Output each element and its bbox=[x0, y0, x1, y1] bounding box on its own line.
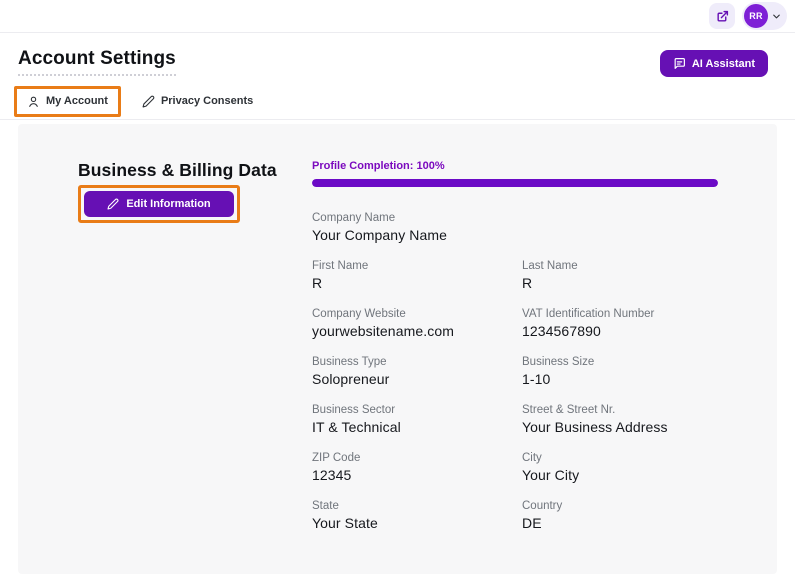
card-title: Business & Billing Data bbox=[78, 160, 312, 181]
edit-button-highlight: Edit Information bbox=[78, 185, 240, 223]
field-first-name: First Name R bbox=[312, 260, 522, 291]
field-last-name: Last Name R bbox=[522, 260, 732, 291]
field-row: Business Sector IT & TechnicalStreet & St… bbox=[312, 404, 737, 435]
external-link-icon bbox=[716, 10, 729, 23]
tab-privacy-consents-label: Privacy Consents bbox=[161, 95, 253, 107]
person-icon bbox=[27, 95, 40, 108]
pen-icon bbox=[107, 198, 119, 210]
field-value: IT & Technical bbox=[312, 419, 522, 435]
field-row: State Your StateCountry DE bbox=[312, 500, 737, 531]
field-value: Your Company Name bbox=[312, 227, 522, 243]
field-value: Your Business Address bbox=[522, 419, 732, 435]
field-label: Last Name bbox=[522, 260, 732, 272]
field-value: Solopreneur bbox=[312, 371, 522, 387]
profile-completion-bar bbox=[312, 179, 718, 187]
business-billing-card: Business & Billing Data Edit Information… bbox=[18, 124, 777, 574]
user-menu[interactable]: RR bbox=[742, 2, 787, 30]
field-business-type: Business Type Solopreneur bbox=[312, 356, 522, 387]
avatar: RR bbox=[744, 4, 768, 28]
field-label: State bbox=[312, 500, 522, 512]
field-row: First NameRLast NameR bbox=[312, 260, 737, 291]
field-row: Business Type SolopreneurBusiness Size 1-1… bbox=[312, 356, 737, 387]
field-label: City bbox=[522, 452, 732, 464]
profile-completion-label: Profile Completion: 100% bbox=[312, 160, 737, 172]
field-city: City Your City bbox=[522, 452, 732, 483]
fields-grid: Company NameYour Company NameFirst NameR… bbox=[312, 212, 737, 531]
field-label: Street & Street Nr. bbox=[522, 404, 732, 416]
field-company-website: Company Website yourwebsitename.com bbox=[312, 308, 522, 339]
field-vat-identification-number: VAT Identification Number 1234567890 bbox=[522, 308, 732, 339]
field-state: State Your State bbox=[312, 500, 522, 531]
field-label: ZIP Code bbox=[312, 452, 522, 464]
field-value: 1234567890 bbox=[522, 323, 732, 339]
field-label: Business Sector bbox=[312, 404, 522, 416]
field-label: Country bbox=[522, 500, 732, 512]
field-label: Business Type bbox=[312, 356, 522, 368]
tab-my-account-label: My Account bbox=[46, 95, 108, 107]
field-value: DE bbox=[522, 515, 732, 531]
field-zip-code: ZIP Code 12345 bbox=[312, 452, 522, 483]
field-label: Company Website bbox=[312, 308, 522, 320]
field-label: First Name bbox=[312, 260, 522, 272]
field-label: VAT Identification Number bbox=[522, 308, 732, 320]
ai-assistant-button[interactable]: AI Assistant bbox=[660, 50, 768, 77]
chevron-down-icon bbox=[771, 11, 782, 22]
field-street-street-nr: Street & Street Nr. Your Business Address bbox=[522, 404, 732, 435]
field-company-name: Company Name Your Company Name bbox=[312, 212, 522, 243]
page-title: Account Settings bbox=[18, 48, 176, 76]
field-value: 12345 bbox=[312, 467, 522, 483]
edit-information-label: Edit Information bbox=[126, 198, 210, 210]
tab-my-account[interactable]: My Account bbox=[14, 86, 121, 117]
field-row: ZIP Code 12345City Your City bbox=[312, 452, 737, 483]
field-business-size: Business Size 1-10 bbox=[522, 356, 732, 387]
field-row: Company Name Your Company Name bbox=[312, 212, 737, 243]
field-value: R bbox=[522, 275, 732, 291]
field-country: Country DE bbox=[522, 500, 732, 531]
chat-bubble-icon bbox=[673, 57, 686, 70]
pen-icon bbox=[142, 95, 155, 108]
ai-assistant-label: AI Assistant bbox=[692, 58, 755, 70]
field-row: Company Website yourwebsitename.comVAT Id… bbox=[312, 308, 737, 339]
field-value: 1-10 bbox=[522, 371, 732, 387]
main-content: Account Settings AI Assistant My Account bbox=[0, 48, 795, 574]
field-label: Business Size bbox=[522, 356, 732, 368]
tabs-divider bbox=[0, 119, 795, 120]
tab-privacy-consents[interactable]: Privacy Consents bbox=[132, 89, 263, 114]
external-link-button[interactable] bbox=[709, 3, 735, 29]
field-value: R bbox=[312, 275, 522, 291]
field-value: Your City bbox=[522, 467, 732, 483]
field-business-sector: Business Sector IT & Technical bbox=[312, 404, 522, 435]
profile-completion-fill bbox=[312, 179, 718, 187]
top-bar: RR bbox=[0, 0, 795, 33]
edit-information-button[interactable]: Edit Information bbox=[84, 191, 234, 217]
field-value: Your State bbox=[312, 515, 522, 531]
field-value: yourwebsitename.com bbox=[312, 323, 522, 339]
field-label: Company Name bbox=[312, 212, 522, 224]
tabs: My Account Privacy Consents bbox=[18, 86, 777, 116]
